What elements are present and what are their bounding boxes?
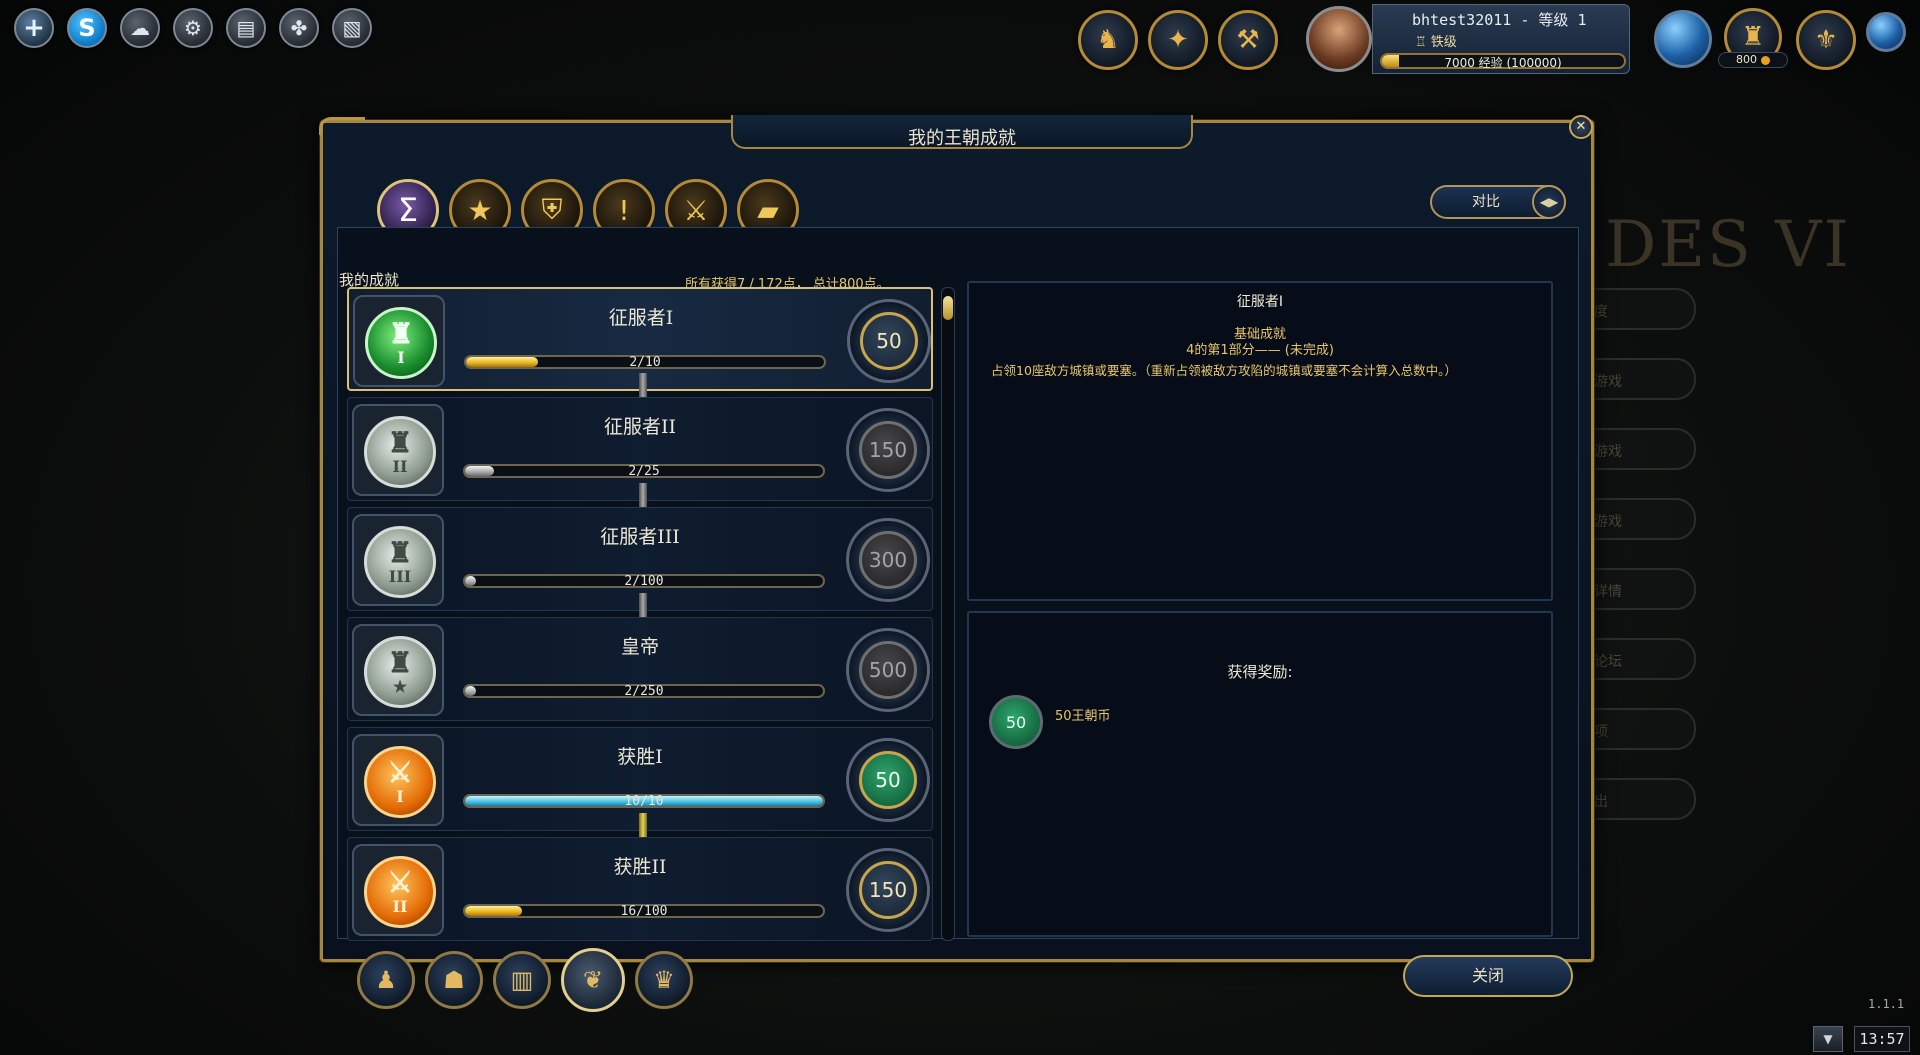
- dialog-title: 我的王朝成就: [731, 115, 1193, 149]
- reward-panel: 获得奖励: 50 50王朝币: [967, 611, 1553, 937]
- detail-part: 4的第1部分—— (未完成): [1186, 343, 1334, 358]
- wrench-icon[interactable]: ⚙: [173, 8, 213, 48]
- achievement-title: 征服者II: [603, 416, 676, 438]
- progress-count: 2/25: [628, 464, 660, 479]
- player-name: bhtest32011 - 等级 1: [1412, 11, 1587, 29]
- xp-text: 7000 经验 (100000): [1444, 56, 1562, 70]
- globe-icon[interactable]: [1654, 10, 1712, 68]
- points-badge: 50: [847, 299, 931, 383]
- plus-icon[interactable]: +: [14, 8, 54, 48]
- points-badge: 300: [846, 518, 930, 602]
- points-badge: 150: [846, 848, 930, 932]
- dynasty-coin-icon: 50: [989, 695, 1043, 749]
- points-value: 150: [859, 421, 917, 479]
- achievement-list: ♜ I 征服者I 2/10 50 ♜ II 征服者II 2/25 150 ♜ I…: [347, 287, 933, 941]
- victory-medal-icon: ⚔ II: [364, 856, 436, 928]
- achievement-row[interactable]: ♜ ★ 皇帝 2/250 500: [347, 617, 933, 721]
- points-value: 150: [859, 861, 917, 919]
- points-badge: 150: [846, 408, 930, 492]
- coin-count: 800: [1718, 52, 1788, 68]
- friends-icon[interactable]: ✤: [279, 8, 319, 48]
- skype-icon[interactable]: S: [67, 8, 107, 48]
- version-label: 1.1.1: [1868, 997, 1905, 1011]
- achievement-title: 获胜I: [617, 746, 663, 768]
- points-value: 50: [859, 751, 917, 809]
- medal-frame: ♜ III: [352, 514, 444, 606]
- compare-arrows-icon[interactable]: ◀▶: [1532, 185, 1566, 219]
- compare-label: 对比: [1472, 194, 1500, 210]
- points-badge: 50: [846, 738, 930, 822]
- battle-icon[interactable]: ⚒: [1218, 10, 1278, 70]
- detail-title: 征服者I: [1236, 294, 1284, 310]
- medal-frame: ⚔ II: [352, 844, 444, 936]
- clock: 13:57: [1854, 1026, 1910, 1052]
- points-value: 50: [860, 312, 918, 370]
- world-map-icon[interactable]: [1866, 12, 1906, 52]
- coin-icon: [1761, 55, 1770, 65]
- guild-icon[interactable]: ♞: [1078, 10, 1138, 70]
- reward-label: 50王朝币: [1055, 709, 1111, 724]
- medal-frame: ♜ II: [352, 404, 444, 496]
- trophy-icon[interactable]: ♛: [635, 951, 693, 1009]
- trophy-small-icon: ♖: [1415, 35, 1431, 50]
- progress-count: 16/100: [620, 904, 668, 919]
- medal-frame: ♜ I: [353, 295, 445, 387]
- skills-icon[interactable]: ✦: [1148, 10, 1208, 70]
- progress-count: 2/100: [624, 574, 664, 589]
- progress-count: 2/250: [624, 684, 664, 699]
- progress-count: 10/10: [624, 794, 664, 809]
- achievement-title: 征服者I: [608, 307, 674, 329]
- scroll-thumb[interactable]: [943, 296, 953, 320]
- achievements-dialog: 我的王朝成就 ✕ Σ ★ ⛨ ! ⚔ ▰ 对比 ◀▶ 我的成就 所有获得7 / …: [319, 115, 1594, 1012]
- griffin-icon[interactable]: ⚜: [1796, 10, 1856, 70]
- reward-title: 获得奖励:: [1227, 663, 1293, 681]
- detail-description: 占领10座敌方城镇或要塞。（重新占领被敌方攻陷的城镇或要塞不会计算入总数中。）: [991, 363, 1457, 378]
- compare-button[interactable]: 对比 ◀▶: [1430, 185, 1566, 219]
- laurel-icon[interactable]: ❦: [561, 948, 625, 1012]
- dynasty-tabs: ♟ ☗ ▥ ❦ ♛: [357, 948, 693, 1012]
- chat-bubbles-icon[interactable]: ☁: [120, 8, 160, 48]
- medal-frame: ♜ ★: [352, 624, 444, 716]
- points-badge: 500: [846, 628, 930, 712]
- achievement-title: 征服者III: [600, 526, 680, 548]
- dynasty-heroes-icon[interactable]: ☗: [425, 951, 483, 1009]
- conqueror-medal-icon: ♜ II: [364, 416, 436, 488]
- progress-count: 2/10: [629, 355, 661, 370]
- achievement-detail-panel: 征服者I 基础成就 4的第1部分—— (未完成) 占领10座敌方城镇或要塞。（重…: [967, 281, 1553, 601]
- achievement-title: 皇帝: [620, 636, 659, 658]
- emperor-medal-icon: ♜ ★: [364, 636, 436, 708]
- scroll-icon[interactable]: ▤: [226, 8, 266, 48]
- mail-icon[interactable]: ▧: [332, 8, 372, 48]
- background-logo: DES VI: [1605, 208, 1851, 282]
- achievement-title: 获胜II: [613, 856, 667, 878]
- conqueror-medal-icon: ♜ III: [364, 526, 436, 598]
- corner-ornament: [319, 117, 365, 135]
- player-rank: ♖ 铁级: [1415, 35, 1457, 50]
- points-value: 300: [859, 531, 917, 589]
- list-scrollbar[interactable]: [941, 287, 955, 941]
- medal-frame: ⚔ I: [352, 734, 444, 826]
- hero-bust-icon[interactable]: ♟: [357, 951, 415, 1009]
- top-left-toolbar: + S ☁ ⚙ ▤ ✤ ▧: [14, 8, 372, 48]
- chevron-down-icon[interactable]: ▼: [1813, 1026, 1843, 1052]
- book-icon[interactable]: ▥: [493, 951, 551, 1009]
- close-icon[interactable]: ✕: [1569, 115, 1593, 139]
- close-button[interactable]: 关闭: [1403, 955, 1573, 997]
- avatar[interactable]: [1306, 6, 1372, 72]
- conqueror-medal-icon: ♜ I: [365, 307, 437, 379]
- points-value: 500: [859, 641, 917, 699]
- achievement-row[interactable]: ⚔ II 获胜II 16/100 150: [347, 837, 933, 941]
- victory-medal-icon: ⚔ I: [364, 746, 436, 818]
